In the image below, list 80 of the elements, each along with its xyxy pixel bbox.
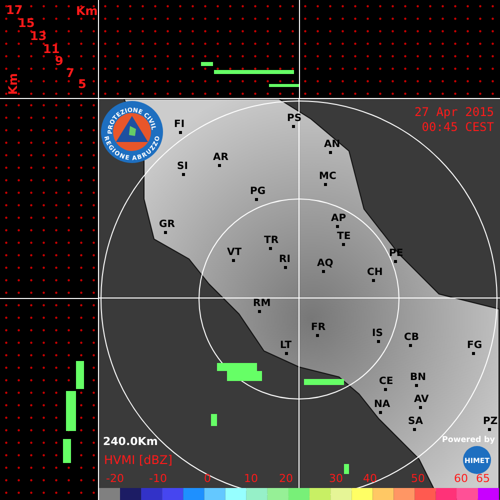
legend-label: 60	[454, 472, 468, 485]
city-label: FI	[174, 119, 185, 130]
city-marker	[324, 183, 327, 186]
city-marker	[372, 279, 375, 282]
legend-label: 50	[411, 472, 425, 485]
city-label: AP	[331, 213, 346, 224]
city-label: AR	[213, 152, 228, 163]
city-marker	[285, 352, 288, 355]
legend-label: 0	[204, 472, 211, 485]
city-marker	[415, 384, 418, 387]
unit-label: Km	[76, 5, 98, 17]
height-tick-label: 7	[66, 67, 74, 79]
city-label: RM	[253, 298, 271, 309]
legend-label: -20	[106, 472, 124, 485]
legend-label: 30	[329, 472, 343, 485]
city-marker	[269, 247, 272, 250]
city-marker	[255, 198, 258, 201]
city-marker	[329, 151, 332, 154]
city-marker	[342, 243, 345, 246]
time-label: 00:45 CEST	[422, 120, 494, 134]
city-marker	[316, 334, 319, 337]
legend-title: HVMI [dBZ]	[104, 453, 172, 467]
city-label: BN	[410, 372, 426, 383]
legend-label: 10	[244, 472, 258, 485]
city-label: AV	[414, 394, 429, 405]
city-label: MC	[319, 171, 336, 182]
height-tick-label: 9	[55, 55, 64, 67]
city-label: TR	[264, 235, 279, 246]
city-marker	[419, 406, 422, 409]
city-marker	[377, 340, 380, 343]
city-label: SA	[408, 416, 423, 427]
legend-label: 65	[476, 472, 490, 485]
city-label: LT	[280, 340, 292, 351]
brand-logo-background	[463, 446, 491, 474]
city-label: CB	[404, 332, 419, 343]
city-marker	[218, 164, 221, 167]
city-marker	[379, 411, 382, 414]
city-marker	[179, 131, 182, 134]
city-label: CE	[379, 376, 394, 387]
city-marker	[322, 270, 325, 273]
height-tick-label: 11	[43, 43, 60, 55]
city-marker	[409, 344, 412, 347]
city-marker	[182, 173, 185, 176]
city-marker	[258, 310, 261, 313]
city-label: PS	[287, 113, 302, 124]
legend-label: 20	[279, 472, 293, 485]
legend-label: 40	[363, 472, 377, 485]
city-marker	[472, 352, 475, 355]
city-marker	[384, 388, 387, 391]
city-marker	[336, 225, 339, 228]
city-label: RI	[279, 254, 290, 265]
city-marker	[284, 266, 287, 269]
city-marker	[488, 428, 491, 431]
city-marker	[232, 259, 235, 262]
city-label: VT	[227, 247, 242, 258]
height-tick-label: 17	[6, 4, 23, 16]
city-marker	[394, 260, 397, 263]
city-marker	[292, 125, 295, 128]
powered-by-label: Powered by	[442, 435, 495, 444]
city-label: PG	[250, 186, 266, 197]
range-label: 240.0Km	[103, 435, 158, 448]
date-label: 27 Apr 2015	[414, 105, 494, 119]
city-marker	[164, 231, 167, 234]
city-label: SI	[177, 161, 188, 172]
city-label: FR	[311, 322, 326, 333]
city-marker	[413, 428, 416, 431]
height-tick-label: 15	[18, 17, 35, 29]
city-label: IS	[372, 328, 383, 339]
city-label: AQ	[317, 258, 334, 269]
unit-label: Km	[6, 73, 19, 95]
city-label: FG	[467, 340, 482, 351]
legend-label: -10	[149, 472, 167, 485]
city-label: PZ	[483, 416, 498, 427]
city-label: NA	[374, 399, 390, 410]
city-label: CH	[367, 267, 383, 278]
city-label: AN	[324, 139, 340, 150]
city-label: TE	[337, 231, 351, 242]
height-tick-label: 13	[30, 30, 47, 42]
height-tick-label: 5	[78, 78, 86, 90]
city-label: GR	[159, 219, 175, 230]
